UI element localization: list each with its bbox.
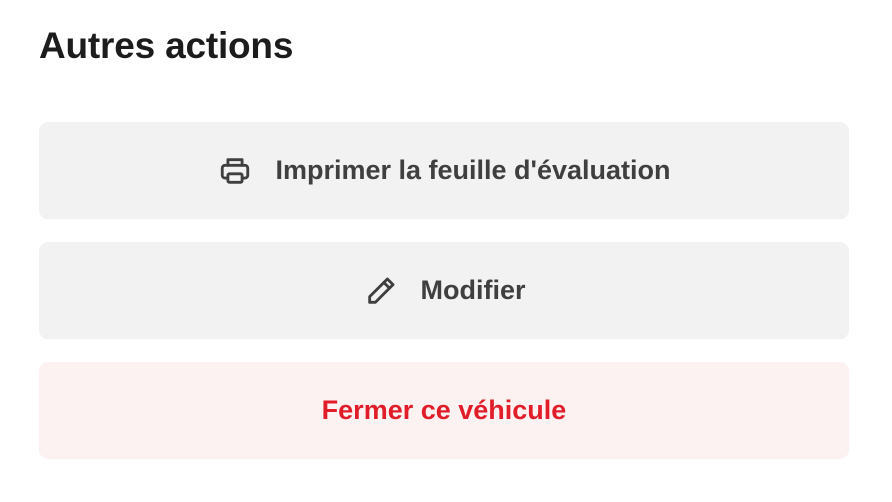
edit-label: Modifier	[420, 275, 526, 305]
pencil-icon	[363, 273, 399, 309]
print-evaluation-sheet-label: Imprimer la feuille d'évaluation	[275, 155, 671, 185]
section-title: Autres actions	[39, 25, 294, 66]
other-actions-panel: Autres actions Imprimer la feuille d'éva…	[0, 0, 892, 502]
print-evaluation-sheet-button[interactable]: Imprimer la feuille d'évaluation	[39, 122, 849, 219]
printer-icon	[217, 153, 253, 189]
close-vehicle-label: Fermer ce véhicule	[321, 395, 567, 425]
edit-button[interactable]: Modifier	[39, 242, 849, 339]
close-vehicle-button[interactable]: Fermer ce véhicule	[39, 362, 849, 459]
